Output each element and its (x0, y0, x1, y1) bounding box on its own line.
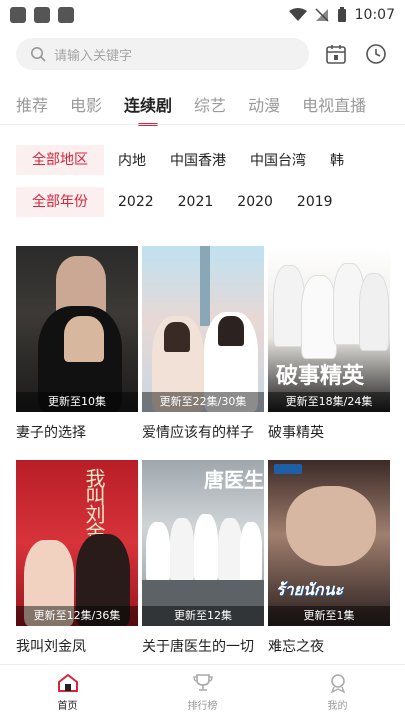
history-button[interactable] (363, 41, 389, 67)
filter-year-2020[interactable]: 2020 (237, 194, 273, 210)
clock: 10:07 (354, 7, 395, 23)
app-notification-icon (58, 7, 74, 23)
home-icon (57, 674, 78, 692)
wifi-icon (288, 8, 307, 21)
battery-icon (337, 7, 346, 22)
poster-image: 更新至10集 (16, 246, 138, 412)
notification-icon (10, 7, 26, 23)
poster-image: 唐医生 更新至12集 (142, 460, 264, 626)
tab-anime[interactable]: 动漫 (248, 92, 280, 116)
tab-live-tv[interactable]: 电视直播 (302, 92, 366, 116)
calendar-button[interactable] (323, 41, 349, 67)
episode-badge: 更新至18集/24集 (268, 392, 390, 412)
poster-image: 破事精英 更新至18集/24集 (268, 246, 390, 412)
tab-movies[interactable]: 电影 (70, 92, 102, 116)
nav-mine-label: 我的 (327, 701, 348, 712)
calendar-icon (326, 45, 346, 64)
category-tabs: 推荐 电影 连续剧 综艺 动漫 电视直播 (0, 86, 405, 126)
episode-badge: 更新至12集 (142, 606, 264, 626)
search-placeholder: 请输入关键字 (54, 48, 133, 64)
nav-ranking[interactable]: 排行榜 (135, 665, 270, 720)
poster-image: 更新至22集/30集 (142, 246, 264, 412)
show-title: 关于唐医生的一切 (142, 639, 254, 655)
episode-badge: 更新至12集/36集 (16, 606, 138, 626)
filter-year-2022[interactable]: 2022 (118, 194, 154, 210)
profile-icon (330, 674, 345, 693)
show-title: 我叫刘金凤 (16, 639, 86, 655)
filter-year-2019[interactable]: 2019 (297, 194, 333, 210)
show-card[interactable]: ร้ายนักนะ 更新至1集 难忘之夜 (268, 460, 390, 656)
trophy-icon (192, 674, 213, 691)
tab-series[interactable]: 连续剧 (124, 92, 172, 126)
filter-year-all[interactable]: 全部年份 (16, 187, 104, 217)
status-bar: 10:07 (0, 0, 405, 30)
tab-recommend[interactable]: 推荐 (16, 92, 48, 116)
filter-region-taiwan[interactable]: 中国台湾 (250, 150, 306, 170)
show-card[interactable]: 我叫刘金凤 更新至12集/36集 我叫刘金凤 (16, 460, 138, 656)
filter-region-korea[interactable]: 韩 (330, 150, 344, 170)
episode-badge: 更新至10集 (16, 392, 138, 412)
poster-image: 我叫刘金凤 更新至12集/36集 (16, 460, 138, 626)
filter-region-hongkong[interactable]: 中国香港 (170, 150, 226, 170)
nav-mine[interactable]: 我的 (270, 665, 405, 720)
show-title: 破事精英 (268, 425, 324, 441)
filter-region-all[interactable]: 全部地区 (16, 145, 104, 175)
poster-title-art: 唐医生 (204, 468, 264, 492)
poster-title-art: ร้ายนักนะ (276, 580, 344, 599)
bottom-navigation: 首页 排行榜 我的 (0, 664, 405, 720)
show-title: 妻子的选择 (16, 425, 86, 441)
search-row: 请输入关键字 (16, 38, 389, 70)
nav-home[interactable]: 首页 (0, 665, 135, 720)
clock-icon (366, 44, 386, 64)
search-input[interactable]: 请输入关键字 (16, 38, 310, 70)
show-card[interactable]: 唐医生 更新至12集 关于唐医生的一切 (142, 460, 264, 656)
region-filter: 全部地区 内地 中国香港 中国台湾 韩 (16, 144, 405, 176)
tab-variety[interactable]: 综艺 (194, 92, 226, 116)
show-card[interactable]: 更新至10集 妻子的选择 (16, 246, 138, 442)
nav-ranking-label: 排行榜 (187, 701, 218, 712)
divider (0, 124, 405, 125)
show-card[interactable]: 更新至22集/30集 爱情应该有的样子 (142, 246, 264, 442)
no-signal-icon (315, 8, 329, 22)
poster-title-art: 破事精英 (276, 364, 365, 389)
nav-home-label: 首页 (57, 701, 78, 712)
search-icon (31, 47, 46, 62)
filter-region-mainland[interactable]: 内地 (118, 150, 146, 170)
filter-year-2021[interactable]: 2021 (178, 194, 214, 210)
episode-badge: 更新至22集/30集 (142, 392, 264, 412)
episode-badge: 更新至1集 (268, 606, 390, 626)
image-notification-icon (34, 7, 50, 23)
show-title: 难忘之夜 (268, 639, 324, 655)
poster-logo (274, 464, 302, 474)
year-filter: 全部年份 2022 2021 2020 2019 (16, 186, 405, 218)
poster-image: ร้ายนักนะ 更新至1集 (268, 460, 390, 626)
show-card[interactable]: 破事精英 更新至18集/24集 破事精英 (268, 246, 390, 442)
show-title: 爱情应该有的样子 (142, 425, 254, 441)
